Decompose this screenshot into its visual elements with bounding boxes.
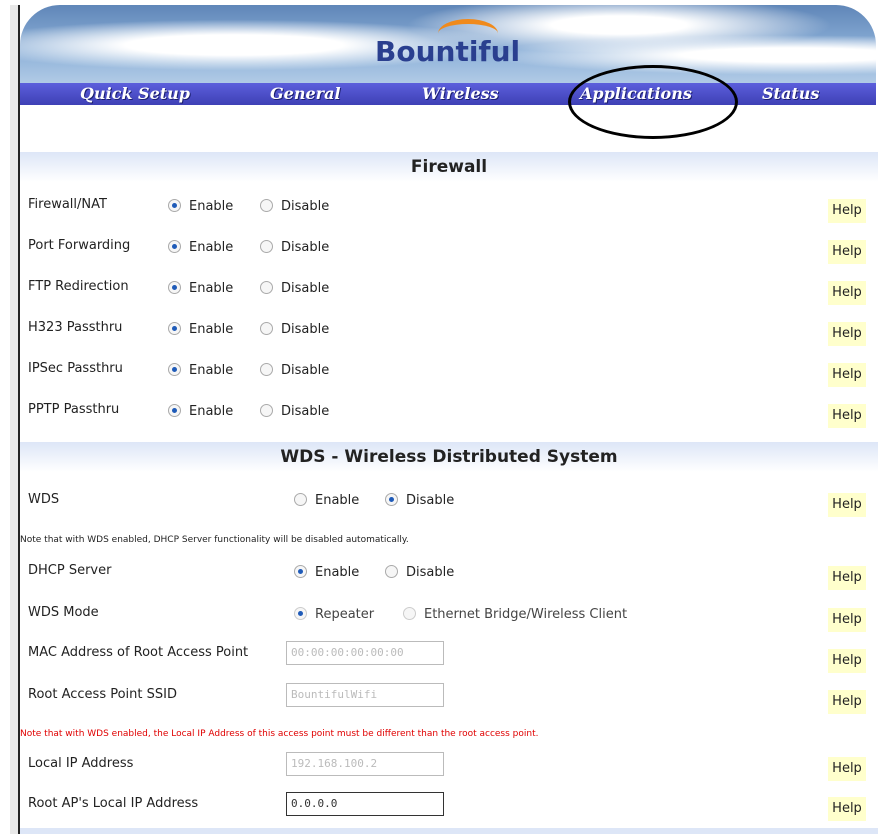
firewall-nat-enable-label: Enable	[189, 199, 234, 214]
port-forwarding-help-button[interactable]: Help	[828, 240, 866, 264]
ftp-redirection-enable-radio[interactable]	[168, 281, 181, 294]
ftp-redirection-help-button[interactable]: Help	[828, 281, 866, 305]
ftp-redirection-disable-radio[interactable]	[260, 281, 273, 294]
ipsec-passthru-enable-radio[interactable]	[168, 363, 181, 376]
wds-dhcp-note: Note that with WDS enabled, DHCP Server …	[20, 535, 409, 545]
pptp-passthru-enable-radio[interactable]	[168, 404, 181, 417]
wds-help-button[interactable]: Help	[828, 493, 866, 517]
firewall-nat-label: Firewall/NAT	[28, 197, 107, 212]
pptp-passthru-disable-label: Disable	[281, 404, 330, 419]
h323-passthru-label: H323 Passthru	[28, 320, 123, 335]
root-ssid-input[interactable]: BountifulWifi	[286, 683, 444, 707]
pptp-passthru-label: PPTP Passthru	[28, 402, 120, 417]
local-ip-help-button[interactable]: Help	[828, 757, 866, 781]
left-border	[10, 5, 20, 834]
wds-mode-bridge-label: Ethernet Bridge/Wireless Client	[424, 607, 628, 622]
ipsec-passthru-enable-label: Enable	[189, 363, 234, 378]
ipsec-passthru-label: IPSec Passthru	[28, 361, 123, 376]
root-ssid-label: Root Access Point SSID	[28, 687, 177, 702]
root-ap-ip-label: Root AP's Local IP Address	[28, 796, 199, 811]
ipsec-passthru-disable-label: Disable	[281, 363, 330, 378]
bottom-band	[20, 828, 878, 834]
port-forwarding-enable-radio[interactable]	[168, 240, 181, 253]
root-ap-ip-help-button[interactable]: Help	[828, 797, 866, 821]
h323-passthru-disable-radio[interactable]	[260, 322, 273, 335]
ftp-redirection-label: FTP Redirection	[28, 279, 129, 294]
wds-enable-radio[interactable]	[294, 493, 307, 506]
ftp-redirection-disable-label: Disable	[281, 281, 330, 296]
ipsec-passthru-help-button[interactable]: Help	[828, 363, 866, 387]
pptp-passthru-help-button[interactable]: Help	[828, 404, 866, 428]
dhcp-server-enable-radio[interactable]	[294, 565, 307, 578]
root-mac-input[interactable]: 00:00:00:00:00:00	[286, 641, 444, 665]
dhcp-server-label: DHCP Server	[28, 563, 112, 578]
firewall-nat-disable-label: Disable	[281, 199, 330, 214]
root-mac-label: MAC Address of Root Access Point	[28, 645, 249, 660]
wds-ip-note: Note that with WDS enabled, the Local IP…	[20, 729, 539, 739]
root-mac-help-button[interactable]: Help	[828, 649, 866, 673]
local-ip-input[interactable]: 192.168.100.2	[286, 752, 444, 776]
dhcp-server-enable-label: Enable	[315, 565, 360, 580]
port-forwarding-label: Port Forwarding	[28, 238, 131, 253]
firewall-section-title: Firewall	[20, 152, 878, 182]
dhcp-server-disable-label: Disable	[406, 565, 455, 580]
brand-logo: Bountiful	[375, 35, 521, 68]
port-forwarding-disable-radio[interactable]	[260, 240, 273, 253]
wds-mode-repeater-label: Repeater	[315, 607, 375, 622]
h323-passthru-help-button[interactable]: Help	[828, 322, 866, 346]
root-ap-ip-input[interactable]: 0.0.0.0	[286, 792, 444, 816]
wds-mode-label: WDS Mode	[28, 605, 99, 620]
dhcp-server-help-button[interactable]: Help	[828, 566, 866, 590]
wds-disable-radio[interactable]	[385, 493, 398, 506]
wds-section-title: WDS - Wireless Distributed System	[20, 442, 878, 472]
pptp-passthru-enable-label: Enable	[189, 404, 234, 419]
firewall-nat-enable-radio[interactable]	[168, 199, 181, 212]
h323-passthru-enable-label: Enable	[189, 322, 234, 337]
wds-mode-help-button[interactable]: Help	[828, 608, 866, 632]
wds-mode-repeater-radio[interactable]	[294, 607, 307, 620]
dhcp-server-disable-radio[interactable]	[385, 565, 398, 578]
wds-mode-bridge-radio[interactable]	[403, 607, 416, 620]
wds-disable-label: Disable	[406, 493, 455, 508]
pptp-passthru-disable-radio[interactable]	[260, 404, 273, 417]
port-forwarding-disable-label: Disable	[281, 240, 330, 255]
h323-passthru-disable-label: Disable	[281, 322, 330, 337]
port-forwarding-enable-label: Enable	[189, 240, 234, 255]
root-ssid-help-button[interactable]: Help	[828, 690, 866, 714]
wds-enable-label: Enable	[315, 493, 360, 508]
wds-label: WDS	[28, 492, 60, 507]
ipsec-passthru-disable-radio[interactable]	[260, 363, 273, 376]
firewall-nat-help-button[interactable]: Help	[828, 199, 866, 223]
firewall-nat-disable-radio[interactable]	[260, 199, 273, 212]
ftp-redirection-enable-label: Enable	[189, 281, 234, 296]
h323-passthru-enable-radio[interactable]	[168, 322, 181, 335]
settings-content: Firewall Firewall/NAT Enable Disable Hel…	[20, 100, 878, 834]
local-ip-label: Local IP Address	[28, 756, 134, 771]
